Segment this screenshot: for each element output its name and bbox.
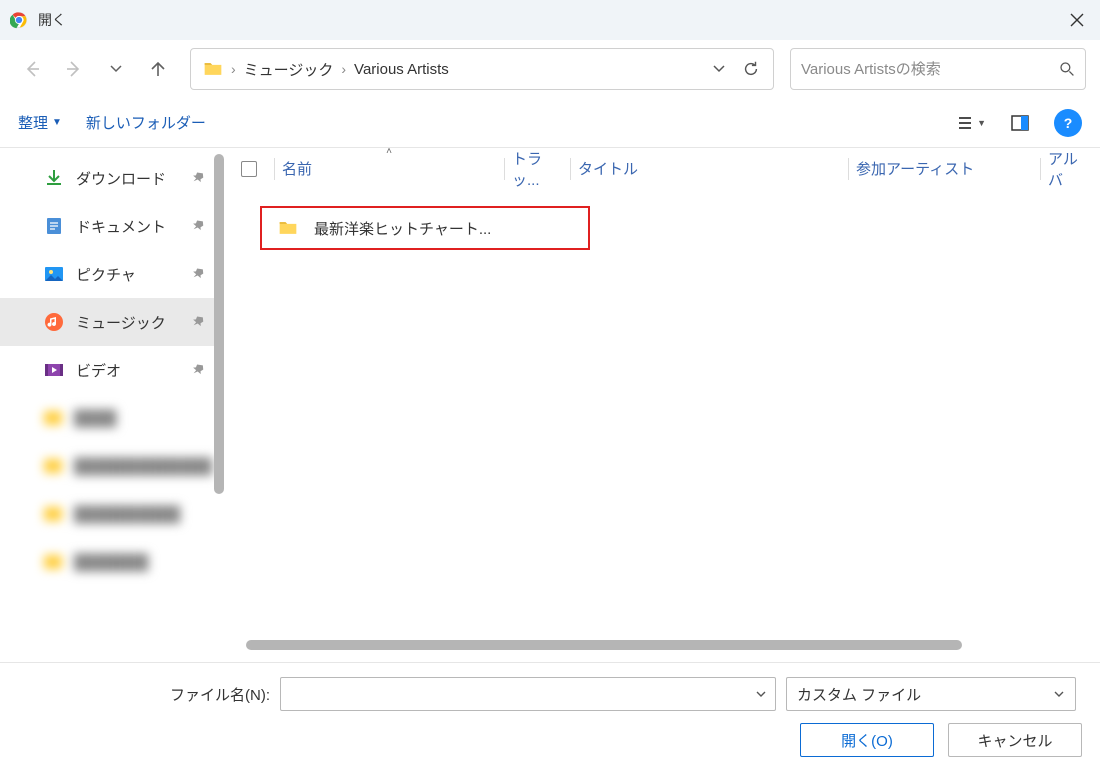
folder-icon — [203, 59, 223, 79]
arrow-left-icon — [22, 59, 42, 79]
forward-button[interactable] — [56, 51, 92, 87]
column-label: タイトル — [578, 158, 638, 179]
music-icon — [44, 312, 64, 332]
filename-label: ファイル名(N): — [0, 684, 270, 705]
chrome-icon — [10, 11, 28, 29]
window-title: 開く — [38, 10, 66, 30]
help-button[interactable]: ? — [1054, 109, 1082, 137]
arrow-up-icon — [148, 59, 168, 79]
preview-pane-button[interactable] — [1010, 113, 1030, 133]
search-input[interactable] — [801, 61, 1059, 78]
sidebar-item-label: ドキュメント — [76, 216, 166, 237]
organize-button[interactable]: 整理 ▼ — [18, 112, 62, 133]
dialog-footer: ファイル名(N): カスタム ファイル 開く(O) キャンセル — [0, 662, 1100, 765]
title-bar: 開く — [0, 0, 1100, 40]
file-name: 最新洋楽ヒットチャート... — [314, 218, 491, 239]
column-artist[interactable]: 参加アーティスト — [848, 148, 1040, 190]
breadcrumb-separator: › — [229, 61, 238, 77]
path-history-dropdown[interactable] — [703, 53, 735, 85]
column-title[interactable]: タイトル — [570, 148, 848, 190]
sidebar-item-redacted[interactable]: ███████ — [0, 538, 224, 586]
close-button[interactable] — [1054, 0, 1100, 40]
download-icon — [44, 168, 64, 188]
pin-icon — [192, 315, 206, 329]
navigation-sidebar: ダウンロード ドキュメント ピクチャ ミュージック ビデオ ████ █████… — [0, 148, 224, 662]
recent-dropdown[interactable] — [98, 51, 134, 87]
refresh-button[interactable] — [735, 53, 767, 85]
address-bar[interactable]: › ミュージック › Various Artists — [190, 48, 774, 90]
organize-label: 整理 — [18, 112, 48, 133]
view-button[interactable]: ▼ — [955, 113, 986, 133]
back-button[interactable] — [14, 51, 50, 87]
sidebar-item-videos[interactable]: ビデオ — [0, 346, 224, 394]
horizontal-scrollbar[interactable] — [246, 640, 1078, 654]
new-folder-button[interactable]: 新しいフォルダー — [86, 112, 206, 133]
column-label: アルバ — [1048, 148, 1092, 190]
refresh-icon — [742, 60, 760, 78]
sidebar-item-label: ピクチャ — [76, 264, 136, 285]
sidebar-item-pictures[interactable]: ピクチャ — [0, 250, 224, 298]
dropdown-caret-icon: ▼ — [977, 118, 986, 128]
pin-icon — [192, 363, 206, 377]
toolbar: 整理 ▼ 新しいフォルダー ▼ ? — [0, 98, 1100, 148]
column-label: トラッ... — [512, 148, 562, 190]
open-button[interactable]: 開く(O) — [800, 723, 934, 757]
breadcrumb-various-artists[interactable]: Various Artists — [348, 61, 455, 78]
sidebar-item-label: ビデオ — [76, 360, 121, 381]
open-button-label: 開く(O) — [841, 730, 893, 751]
select-all-checkbox[interactable] — [224, 148, 274, 190]
close-icon — [1070, 13, 1084, 27]
breadcrumb-separator: › — [339, 61, 348, 77]
column-album[interactable]: アルバ — [1040, 148, 1100, 190]
file-type-label: カスタム ファイル — [797, 684, 1053, 705]
search-box[interactable] — [790, 48, 1086, 90]
chevron-down-icon — [109, 62, 123, 76]
new-folder-label: 新しいフォルダー — [86, 112, 206, 133]
sidebar-item-redacted[interactable]: █████████████ — [0, 442, 224, 490]
chevron-down-icon — [712, 62, 726, 76]
column-headers: ˄ 名前 トラッ... タイトル 参加アーティスト アルバ — [224, 148, 1100, 190]
chevron-down-icon — [1053, 688, 1065, 700]
sidebar-item-label: ダウンロード — [76, 168, 166, 189]
pin-icon — [192, 219, 206, 233]
sidebar-item-downloads[interactable]: ダウンロード — [0, 154, 224, 202]
pictures-icon — [44, 264, 64, 284]
document-icon — [44, 216, 64, 236]
cancel-button[interactable]: キャンセル — [948, 723, 1082, 757]
sidebar-item-redacted[interactable]: ██████████ — [0, 490, 224, 538]
cancel-button-label: キャンセル — [977, 730, 1052, 751]
preview-pane-icon — [1010, 113, 1030, 133]
filename-dropdown[interactable] — [755, 688, 767, 700]
pin-icon — [192, 267, 206, 281]
file-list: 最新洋楽ヒットチャート... — [224, 190, 1100, 640]
sidebar-item-music[interactable]: ミュージック — [0, 298, 224, 346]
video-icon — [44, 360, 64, 380]
breadcrumb-music[interactable]: ミュージック — [238, 59, 340, 80]
file-type-select[interactable]: カスタム ファイル — [786, 677, 1076, 711]
sidebar-item-redacted[interactable]: ████ — [0, 394, 224, 442]
sidebar-item-label: ミュージック — [76, 312, 166, 333]
help-icon: ? — [1064, 115, 1073, 131]
file-list-area: ˄ 名前 トラッ... タイトル 参加アーティスト アルバ 最新洋楽ヒットチャー… — [224, 148, 1100, 662]
filename-input-wrapper[interactable] — [280, 677, 776, 711]
list-view-icon — [955, 113, 975, 133]
column-label: 参加アーティスト — [856, 158, 974, 179]
dropdown-caret-icon: ▼ — [52, 117, 62, 128]
nav-row: › ミュージック › Various Artists — [0, 40, 1100, 98]
sort-ascending-icon: ˄ — [386, 146, 392, 157]
search-icon — [1059, 61, 1075, 77]
up-button[interactable] — [140, 51, 176, 87]
file-item[interactable]: 最新洋楽ヒットチャート... — [260, 206, 590, 250]
pin-icon — [192, 171, 206, 185]
sidebar-item-documents[interactable]: ドキュメント — [0, 202, 224, 250]
folder-icon — [278, 218, 298, 238]
column-label: 名前 — [282, 158, 312, 179]
column-name[interactable]: ˄ 名前 — [274, 148, 504, 190]
filename-input[interactable] — [289, 686, 755, 703]
column-track[interactable]: トラッ... — [504, 148, 570, 190]
arrow-right-icon — [64, 59, 84, 79]
sidebar-scrollbar[interactable] — [214, 154, 224, 494]
